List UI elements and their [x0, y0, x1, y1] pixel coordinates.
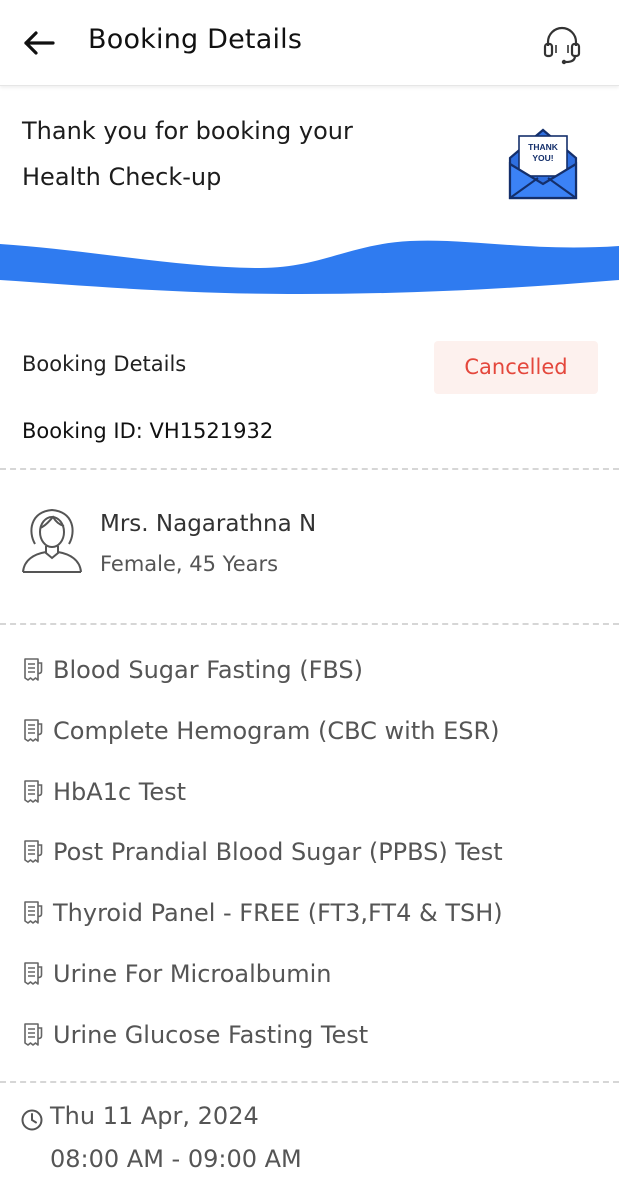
booking-id-value: VH1521932	[149, 419, 274, 443]
test-name: Complete Hemogram (CBC with ESR)	[53, 717, 500, 745]
test-name: Thyroid Panel - FREE (FT3,FT4 & TSH)	[53, 899, 503, 927]
test-name: HbA1c Test	[53, 778, 187, 806]
app-header: Booking Details	[0, 0, 619, 86]
test-item: Complete Hemogram (CBC with ESR)	[22, 714, 500, 748]
test-item: HbA1c Test	[22, 775, 186, 809]
test-item: Urine For Microalbumin	[22, 957, 332, 991]
divider	[0, 623, 619, 625]
divider	[0, 468, 619, 470]
receipt-icon	[24, 780, 43, 803]
test-name: Urine For Microalbumin	[53, 960, 332, 988]
receipt-icon	[24, 962, 43, 985]
slot-time: 08:00 AM - 09:00 AM	[50, 1145, 302, 1173]
receipt-icon	[24, 658, 43, 681]
patient-gender-age: Female, 45 Years	[100, 552, 279, 576]
clock-icon	[21, 1109, 43, 1131]
status-badge: Cancelled	[434, 341, 598, 394]
page-title: Booking Details	[88, 24, 303, 55]
booking-id: Booking ID: VH1521932	[22, 419, 273, 443]
test-item: Thyroid Panel - FREE (FT3,FT4 & TSH)	[22, 896, 503, 930]
test-item: Post Prandial Blood Sugar (PPBS) Test	[22, 835, 503, 869]
thank-you-envelope-icon: THANK YOU!	[508, 128, 578, 200]
thank-you-line-1: Thank you for booking your	[22, 117, 353, 145]
woman-avatar-icon	[22, 508, 82, 573]
thank-you-message: Thank you for booking your Health Check-…	[22, 108, 442, 200]
receipt-icon	[24, 719, 43, 742]
receipt-icon	[24, 840, 43, 863]
thank-you-line-2: Health Check-up	[22, 163, 222, 191]
test-name: Blood Sugar Fasting (FBS)	[53, 656, 364, 684]
slot-date: Thu 11 Apr, 2024	[50, 1102, 259, 1130]
patient-name: Mrs. Nagarathna N	[100, 511, 317, 537]
test-item: Urine Glucose Fasting Test	[22, 1018, 368, 1052]
headset-icon	[543, 26, 581, 65]
test-item: Blood Sugar Fasting (FBS)	[22, 653, 363, 687]
test-name: Urine Glucose Fasting Test	[53, 1021, 369, 1049]
back-button[interactable]	[20, 24, 60, 64]
receipt-icon	[24, 1023, 43, 1046]
booking-details-label: Booking Details	[22, 352, 187, 376]
arrow-left-icon	[24, 31, 55, 55]
decorative-wave	[0, 240, 619, 294]
receipt-icon	[24, 901, 43, 924]
test-name: Post Prandial Blood Sugar (PPBS) Test	[53, 838, 503, 866]
divider	[0, 1081, 619, 1083]
booking-id-label: Booking ID:	[22, 419, 150, 443]
envelope-text-2: YOU!	[532, 153, 553, 163]
envelope-text-1: THANK	[528, 142, 559, 152]
support-button[interactable]	[540, 22, 584, 66]
